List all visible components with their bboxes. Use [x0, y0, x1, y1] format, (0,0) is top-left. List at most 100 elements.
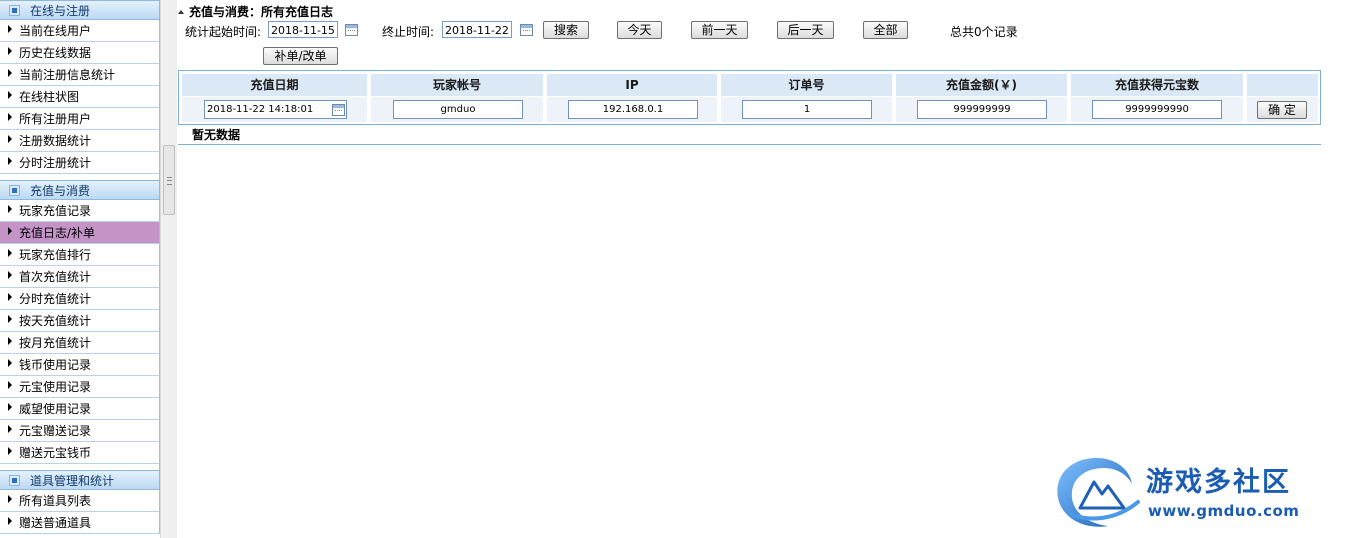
- recharge-table: 充值日期 玩家帐号 IP 订单号 充值金额(￥) 充值获得元宝数 2018-11…: [178, 70, 1321, 125]
- sidebar-item-register-stats[interactable]: 注册数据统计: [0, 130, 160, 152]
- sidebar-item-online-bar-chart[interactable]: 在线柱状图: [0, 86, 160, 108]
- table-cell: 999999999: [896, 97, 1067, 122]
- calendar-icon[interactable]: [332, 104, 345, 116]
- sidebar-splitter[interactable]: [160, 0, 177, 538]
- collapse-up-icon[interactable]: [178, 10, 184, 14]
- sidebar-item-gift-items[interactable]: 赠送普通道具: [0, 512, 160, 534]
- sidebar-item-prestige-usage[interactable]: 威望使用记录: [0, 398, 160, 420]
- sidebar-item-label: 当前在线用户: [19, 24, 92, 38]
- search-button[interactable]: 搜索: [543, 21, 589, 39]
- sidebar-item-hourly-recharge[interactable]: 分时充值统计: [0, 288, 160, 310]
- column-header-ip: IP: [547, 74, 717, 96]
- account-field[interactable]: gmduo: [393, 100, 523, 119]
- next-day-button[interactable]: 后一天: [777, 21, 834, 39]
- amount-field[interactable]: 999999999: [917, 100, 1047, 119]
- sidebar-item-first-recharge[interactable]: 首次充值统计: [0, 266, 160, 288]
- sidebar-item-ingot-usage[interactable]: 元宝使用记录: [0, 376, 160, 398]
- table-cell: 确 定: [1247, 97, 1318, 122]
- sidebar-item-recharge-rank[interactable]: 玩家充值排行: [0, 244, 160, 266]
- column-header-action: [1247, 74, 1318, 96]
- arrow-right-icon: [8, 337, 12, 345]
- arrow-right-icon: [8, 315, 12, 323]
- sidebar-item-label: 在线柱状图: [19, 90, 80, 104]
- arrow-right-icon: [8, 249, 12, 257]
- order-field[interactable]: 1: [742, 100, 872, 119]
- sidebar-item-recharge-log[interactable]: 充值日志/补单: [0, 222, 160, 244]
- today-button[interactable]: 今天: [617, 21, 662, 39]
- sidebar-item-label: 当前注册信息统计: [19, 68, 116, 82]
- confirm-button[interactable]: 确 定: [1257, 101, 1307, 119]
- watermark-name: 游戏多社区: [1146, 467, 1291, 498]
- sidebar-item-label: 所有注册用户: [19, 112, 92, 126]
- sidebar-item-current-online[interactable]: 当前在线用户: [0, 20, 160, 42]
- sidebar-item-coin-usage[interactable]: 钱币使用记录: [0, 354, 160, 376]
- arrow-right-icon: [8, 227, 12, 235]
- sidebar-item-label: 历史在线数据: [19, 46, 92, 60]
- sidebar-item-monthly-recharge[interactable]: 按月充值统计: [0, 332, 160, 354]
- total-records: 总共0个记录: [950, 25, 1018, 39]
- calendar-icon[interactable]: [345, 24, 358, 36]
- sidebar-group-recharge[interactable]: 充值与消费: [0, 180, 160, 200]
- date-field[interactable]: 2018-11-22 14:18:01: [204, 100, 347, 119]
- sidebar-item-ingot-gift-log[interactable]: 元宝赠送记录: [0, 420, 160, 442]
- sidebar-item-label: 赠送普通道具: [19, 516, 92, 530]
- ip-field[interactable]: 192.168.0.1: [568, 100, 698, 119]
- column-header-date: 充值日期: [182, 74, 367, 96]
- sidebar-item-history-online[interactable]: 历史在线数据: [0, 42, 160, 64]
- arrow-right-icon: [8, 91, 12, 99]
- scrollbar-thumb[interactable]: [163, 145, 175, 215]
- page-title: 充值与消费：所有充值日志: [178, 3, 333, 20]
- sidebar-item-label: 分时注册统计: [19, 156, 92, 170]
- grip-icon: [167, 177, 172, 185]
- arrow-right-icon: [8, 135, 12, 143]
- arrow-right-icon: [8, 205, 12, 213]
- sidebar-item-all-registered[interactable]: 所有注册用户: [0, 108, 160, 130]
- end-date-input[interactable]: 2018-11-22: [442, 21, 512, 38]
- group-icon: [9, 475, 20, 486]
- table-cell: 1: [721, 97, 892, 122]
- column-header-account: 玩家帐号: [371, 74, 543, 96]
- sidebar-item-hourly-register[interactable]: 分时注册统计: [0, 152, 160, 174]
- sidebar-item-label: 充值日志/补单: [19, 226, 96, 240]
- sidebar: 在线与注册 当前在线用户 历史在线数据 当前注册信息统计 在线柱状图 所有注册用…: [0, 0, 160, 538]
- start-date-input[interactable]: 2018-11-15: [268, 21, 338, 38]
- end-date-label: 终止时间:: [382, 25, 435, 39]
- sidebar-item-label: 钱币使用记录: [19, 358, 92, 372]
- sidebar-group-online-register[interactable]: 在线与注册: [0, 0, 160, 20]
- arrow-right-icon: [8, 381, 12, 389]
- all-button[interactable]: 全部: [863, 21, 908, 39]
- calendar-icon[interactable]: [520, 24, 533, 36]
- group-icon: [9, 5, 20, 16]
- arrow-right-icon: [8, 447, 12, 455]
- sidebar-item-gift-ingot-coin[interactable]: 赠送元宝钱币: [0, 442, 160, 464]
- sidebar-item-label: 元宝赠送记录: [19, 424, 92, 438]
- watermark-url: www.gmduo.com: [1148, 502, 1300, 520]
- arrow-right-icon: [8, 495, 12, 503]
- arrow-right-icon: [8, 359, 12, 367]
- sidebar-item-label: 玩家充值排行: [19, 248, 92, 262]
- sidebar-item-player-recharge[interactable]: 玩家充值记录: [0, 200, 160, 222]
- sidebar-item-label: 按天充值统计: [19, 314, 92, 328]
- arrow-right-icon: [8, 293, 12, 301]
- arrow-right-icon: [8, 157, 12, 165]
- prev-day-button[interactable]: 前一天: [691, 21, 748, 39]
- divider: [178, 144, 1321, 145]
- sidebar-item-label: 分时充值统计: [19, 292, 92, 306]
- sidebar-item-label: 注册数据统计: [19, 134, 92, 148]
- sidebar-item-daily-recharge[interactable]: 按天充值统计: [0, 310, 160, 332]
- supplement-order-button[interactable]: 补单/改单: [263, 47, 338, 65]
- group-title: 道具管理和统计: [30, 474, 115, 488]
- sidebar-item-all-items[interactable]: 所有道具列表: [0, 490, 160, 512]
- table-cell: 192.168.0.1: [547, 97, 717, 122]
- sidebar-group-items[interactable]: 道具管理和统计: [0, 470, 160, 490]
- start-date-label: 统计起始时间:: [185, 25, 262, 39]
- column-header-amount: 充值金额(￥): [896, 74, 1067, 96]
- sidebar-item-label: 威望使用记录: [19, 402, 92, 416]
- column-header-ingots: 充值获得元宝数: [1071, 74, 1243, 96]
- ingots-field[interactable]: 9999999990: [1092, 100, 1222, 119]
- sidebar-item-label: 所有道具列表: [19, 494, 92, 508]
- sidebar-item-register-info[interactable]: 当前注册信息统计: [0, 64, 160, 86]
- table-cell: 9999999990: [1071, 97, 1243, 122]
- arrow-right-icon: [8, 47, 12, 55]
- sidebar-item-label: 按月充值统计: [19, 336, 92, 350]
